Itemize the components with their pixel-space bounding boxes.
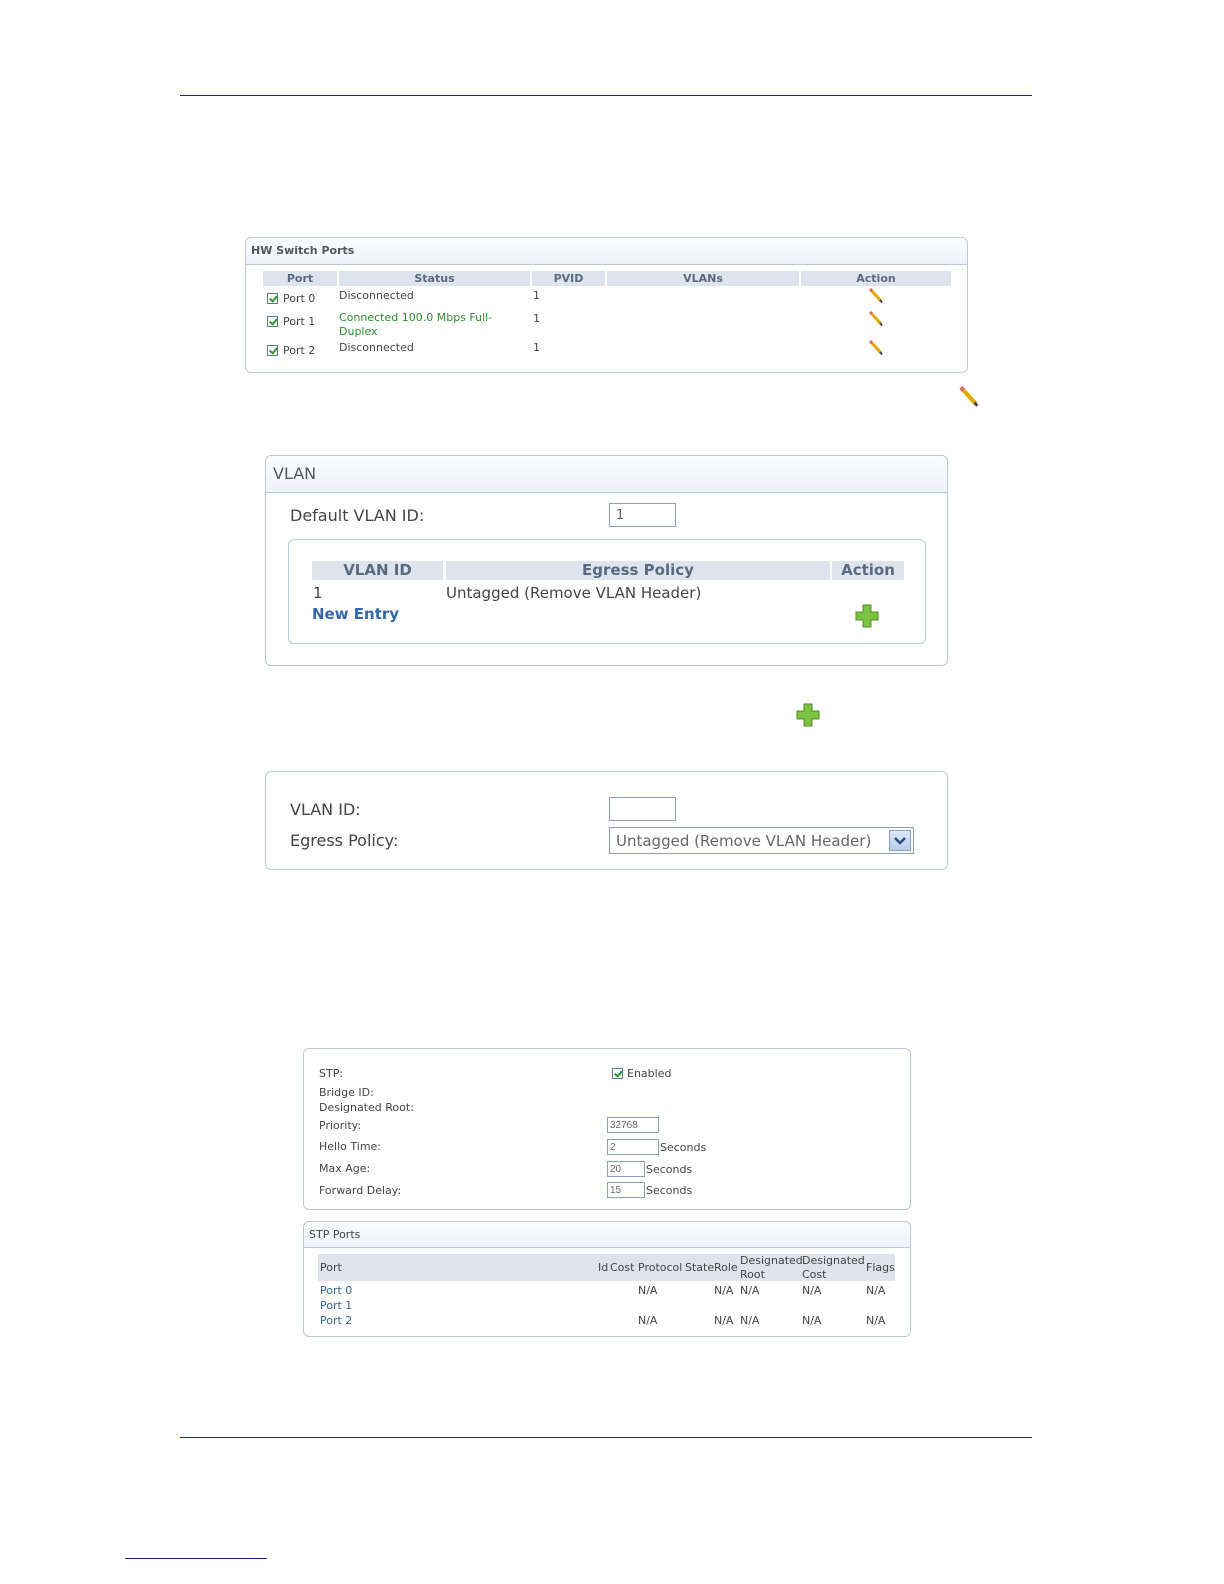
- panel-title: HW Switch Ports: [251, 244, 355, 257]
- egress-policy-label: Egress Policy:: [290, 831, 399, 850]
- port-name: Port 0: [283, 292, 316, 305]
- hello-time-input[interactable]: [607, 1139, 659, 1155]
- designated-cost-cell: N/A: [802, 1314, 822, 1327]
- seconds-label: Seconds: [646, 1163, 693, 1176]
- hw-switch-ports-panel: HW Switch Ports Port Status PVID VLANs A…: [245, 237, 968, 373]
- new-entry-link[interactable]: New Entry: [312, 605, 399, 623]
- port-status-cont: Duplex: [339, 325, 378, 338]
- col-port: Port: [320, 1261, 342, 1274]
- col-flags: Flags: [866, 1261, 895, 1274]
- designated-cost-cell: N/A: [802, 1284, 822, 1297]
- col-status: Status: [339, 271, 530, 286]
- protocol-cell: N/A: [638, 1284, 658, 1297]
- vlan-id-label: VLAN ID:: [290, 800, 361, 819]
- stp-label: STP:: [319, 1067, 344, 1080]
- col-designated-root-2: Root: [740, 1268, 765, 1281]
- col-action: Action: [832, 561, 904, 580]
- port-checkbox[interactable]: [267, 345, 278, 356]
- default-vlan-input[interactable]: [609, 503, 676, 527]
- max-age-input[interactable]: [607, 1161, 645, 1177]
- forward-delay-label: Forward Delay:: [319, 1184, 402, 1197]
- max-age-label: Max Age:: [319, 1162, 371, 1175]
- panel-title: STP Ports: [309, 1228, 361, 1241]
- port-pvid: 1: [533, 289, 540, 302]
- edit-pencil-icon[interactable]: [868, 311, 884, 327]
- col-designated-root: Designated: [740, 1254, 803, 1267]
- header-rule: [180, 95, 1032, 96]
- col-role: Role: [714, 1261, 738, 1274]
- vlan-entry-form: VLAN ID: Egress Policy: Untagged (Remove…: [265, 771, 948, 870]
- egress-policy-select[interactable]: Untagged (Remove VLAN Header): [609, 827, 914, 854]
- flags-cell: N/A: [866, 1284, 886, 1297]
- panel-header: HW Switch Ports: [246, 238, 967, 265]
- footer-link-line: [125, 1558, 267, 1559]
- vlan-table-box: VLAN ID Egress Policy Action 1 Untagged …: [288, 539, 926, 644]
- vlan-id-input[interactable]: [609, 797, 676, 821]
- bridge-id-label: Bridge ID:: [319, 1086, 374, 1099]
- col-cost: Cost: [610, 1261, 635, 1274]
- default-vlan-label: Default VLAN ID:: [290, 506, 425, 525]
- stp-ports-panel: STP Ports Port Id Cost Protocol State Ro…: [303, 1221, 911, 1337]
- priority-label: Priority:: [319, 1119, 362, 1132]
- enabled-label: Enabled: [627, 1067, 672, 1080]
- port-name: Port 2: [283, 344, 316, 357]
- col-designated-cost-2: Cost: [802, 1268, 827, 1281]
- vlan-panel: VLAN Default VLAN ID: VLAN ID Egress Pol…: [265, 455, 948, 666]
- forward-delay-input[interactable]: [607, 1182, 645, 1198]
- port-status: Disconnected: [339, 289, 414, 302]
- panel-header: VLAN: [266, 456, 947, 493]
- flags-cell: N/A: [866, 1314, 886, 1327]
- port-checkbox[interactable]: [267, 293, 278, 304]
- stp-enabled-checkbox[interactable]: [612, 1068, 623, 1079]
- port-status: Disconnected: [339, 341, 414, 354]
- port-pvid: 1: [533, 341, 540, 354]
- col-action: Action: [801, 271, 951, 286]
- dropdown-button[interactable]: [889, 830, 911, 851]
- designated-root-label: Designated Root:: [319, 1101, 414, 1114]
- col-id: Id: [598, 1261, 609, 1274]
- seconds-label: Seconds: [646, 1184, 693, 1197]
- col-port: Port: [263, 271, 337, 286]
- pencil-icon: [959, 386, 979, 407]
- port-checkbox[interactable]: [267, 316, 278, 327]
- priority-input[interactable]: [607, 1117, 659, 1133]
- add-plus-icon[interactable]: [855, 604, 879, 628]
- egress-policy-cell: Untagged (Remove VLAN Header): [446, 584, 702, 602]
- col-designated-cost: Designated: [802, 1254, 865, 1267]
- col-state: State: [685, 1261, 715, 1274]
- edit-pencil-icon[interactable]: [868, 288, 884, 304]
- panel-title: VLAN: [273, 464, 317, 483]
- stp-panel: STP: Enabled Bridge ID: Designated Root:…: [303, 1048, 911, 1210]
- seconds-label: Seconds: [660, 1141, 707, 1154]
- plus-icon: [796, 703, 820, 727]
- port-status: Connected 100.0 Mbps Full-: [339, 311, 493, 324]
- footer-rule: [180, 1437, 1032, 1438]
- role-cell: N/A: [714, 1314, 734, 1327]
- stp-port-link[interactable]: Port 0: [320, 1284, 352, 1297]
- edit-pencil-icon[interactable]: [868, 340, 884, 356]
- port-name: Port 1: [283, 315, 316, 328]
- col-egress-policy: Egress Policy: [446, 561, 830, 580]
- vlan-id-cell: 1: [313, 584, 323, 602]
- panel-header: STP Ports: [304, 1222, 910, 1248]
- egress-policy-value: Untagged (Remove VLAN Header): [616, 832, 872, 850]
- stp-port-link[interactable]: Port 1: [320, 1299, 352, 1312]
- col-vlans: VLANs: [607, 271, 799, 286]
- designated-root-cell: N/A: [740, 1284, 760, 1297]
- protocol-cell: N/A: [638, 1314, 658, 1327]
- stp-port-link[interactable]: Port 2: [320, 1314, 352, 1327]
- role-cell: N/A: [714, 1284, 734, 1297]
- col-pvid: PVID: [532, 271, 605, 286]
- port-pvid: 1: [533, 312, 540, 325]
- col-protocol: Protocol: [638, 1261, 683, 1274]
- col-vlan-id: VLAN ID: [312, 561, 443, 580]
- designated-root-cell: N/A: [740, 1314, 760, 1327]
- chevron-down-icon: [894, 837, 906, 845]
- hello-time-label: Hello Time:: [319, 1140, 382, 1153]
